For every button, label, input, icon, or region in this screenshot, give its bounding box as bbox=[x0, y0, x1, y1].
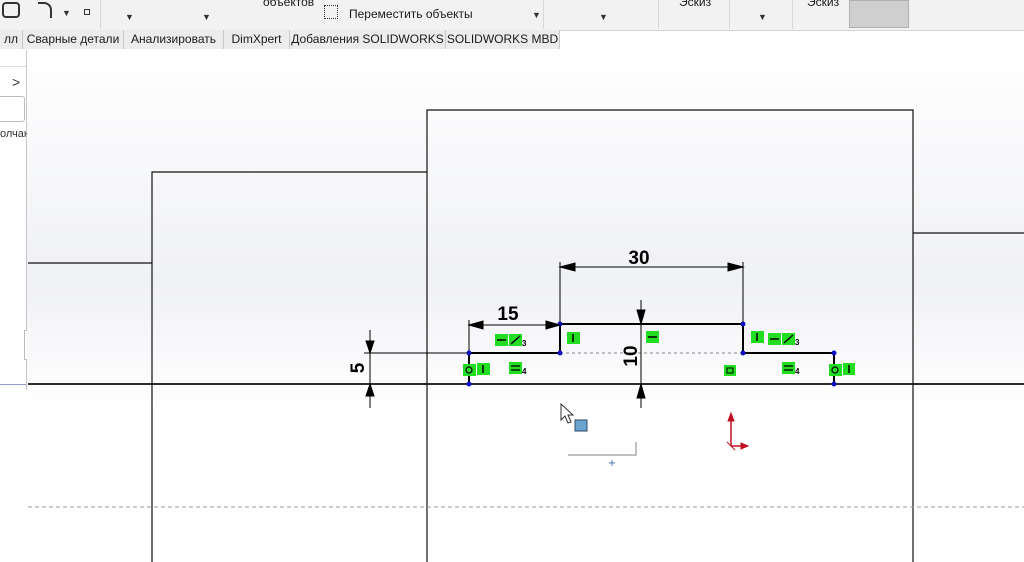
equal-relation-icon[interactable] bbox=[509, 362, 522, 374]
dropdown-arrow-icon[interactable]: ▼ bbox=[532, 10, 541, 20]
collinear-relation-icon[interactable] bbox=[782, 333, 795, 345]
arrowhead bbox=[467, 320, 484, 330]
vertical-relation-icon[interactable] bbox=[843, 363, 855, 375]
coincident-relation-icon[interactable] bbox=[463, 364, 476, 376]
sketch-point[interactable] bbox=[466, 350, 472, 356]
sketch-point[interactable] bbox=[740, 350, 746, 356]
arrowhead bbox=[365, 382, 375, 397]
vertical-relation-icon[interactable] bbox=[567, 332, 580, 344]
dimension-5[interactable] bbox=[364, 330, 467, 408]
inference-indicator: + bbox=[568, 442, 637, 469]
ribbon-separator: ▼ bbox=[443, 0, 544, 29]
relation-subscript: 4 bbox=[522, 367, 527, 376]
sketch-point[interactable] bbox=[466, 381, 472, 387]
dropdown-arrow-icon[interactable]: ▼ bbox=[125, 12, 134, 22]
horizontal-relation-icon[interactable] bbox=[495, 334, 508, 346]
dropdown-arrow-icon[interactable]: ▼ bbox=[202, 12, 211, 22]
fillet-dropdown-icon[interactable]: ▼ bbox=[62, 8, 71, 18]
objects-label: объектов bbox=[263, 0, 315, 9]
expand-panel-button[interactable]: > bbox=[12, 74, 20, 90]
sketch-label[interactable]: Эскиз bbox=[807, 0, 839, 9]
truncated-label: олчан bbox=[0, 128, 30, 140]
dimension-text[interactable]: 10 bbox=[621, 345, 642, 366]
tab-evaluate[interactable]: Анализировать bbox=[124, 30, 224, 49]
offset-entities-icon[interactable] bbox=[2, 2, 20, 18]
fix-relation-icon[interactable] bbox=[724, 365, 736, 376]
model-edge bbox=[151, 171, 427, 562]
graphics-area[interactable]: 30 15 10 5 3 3 4 4 + bbox=[27, 50, 1024, 562]
tab-solidworks-mbd[interactable]: SOLIDWORKS MBD bbox=[446, 30, 560, 49]
ribbon-group-dropdowns: ▼ ▼ объектов Переместить объекты bbox=[101, 0, 473, 29]
model-edges bbox=[28, 109, 1024, 562]
dropdown-arrow-icon[interactable]: ▼ bbox=[758, 12, 767, 22]
divider bbox=[0, 384, 26, 385]
coincident-relation-icon[interactable] bbox=[829, 364, 842, 376]
vertical-relation-icon[interactable] bbox=[751, 331, 764, 343]
horizontal-relation-icon[interactable] bbox=[646, 331, 659, 343]
sketch-origin-icon[interactable] bbox=[726, 411, 750, 451]
ribbon-group-sketch-tools: ▼ bbox=[0, 0, 101, 29]
command-manager-ribbon: ▼ ▼ ▼ объектов Переместить объекты ▼ ▼ Э… bbox=[0, 0, 1024, 31]
panel-input-box[interactable] bbox=[0, 96, 25, 122]
arrowhead bbox=[558, 262, 576, 272]
sketch-point[interactable] bbox=[557, 350, 563, 356]
relation-subscript: 3 bbox=[795, 338, 800, 347]
sketch-point[interactable] bbox=[831, 350, 837, 356]
fillet-icon[interactable] bbox=[38, 2, 52, 18]
ribbon-group-sketch-2: Эскиз bbox=[793, 0, 1024, 29]
arrowhead bbox=[727, 262, 745, 272]
command-manager-tabs: лл Сварные детали Анализировать DimXpert… bbox=[0, 30, 1024, 49]
plus-icon: + bbox=[608, 458, 616, 469]
tab-dimxpert[interactable]: DimXpert bbox=[224, 30, 290, 49]
equal-relation-icon[interactable] bbox=[782, 362, 795, 374]
tab-weldments[interactable]: Сварные детали bbox=[23, 30, 124, 49]
arrowhead bbox=[545, 320, 562, 330]
ribbon-group: ▼ bbox=[730, 0, 793, 29]
dimension-text[interactable]: 5 bbox=[348, 362, 369, 373]
tab-assembly[interactable]: лл bbox=[0, 30, 23, 49]
arrowhead bbox=[636, 309, 646, 326]
ribbon-group: ▼ bbox=[544, 0, 659, 29]
sketch-canvas[interactable]: 30 15 10 5 3 3 4 4 + bbox=[27, 50, 1024, 562]
relation-subscript: 3 bbox=[522, 339, 527, 348]
dimension-text[interactable]: 30 bbox=[628, 248, 649, 269]
arrowhead bbox=[636, 382, 646, 399]
horizontal-relation-icon[interactable] bbox=[768, 333, 781, 345]
dimension-text[interactable]: 15 bbox=[497, 304, 519, 325]
divider bbox=[0, 66, 26, 67]
tab-solidworks-addins[interactable]: Добавления SOLIDWORKS bbox=[290, 30, 446, 49]
collinear-relation-icon[interactable] bbox=[509, 334, 522, 346]
selected-tool-button[interactable] bbox=[849, 0, 909, 28]
ribbon-group-sketch: Эскиз bbox=[659, 0, 730, 29]
sketch-point[interactable] bbox=[831, 381, 837, 387]
vertical-relation-icon[interactable] bbox=[477, 363, 490, 375]
feature-manager-panel: > олчан bbox=[0, 50, 36, 390]
arrowhead bbox=[365, 340, 375, 355]
relation-subscript: 4 bbox=[795, 367, 800, 376]
mouse-cursor-icon bbox=[560, 402, 588, 432]
dimension-30[interactable] bbox=[558, 262, 745, 322]
dropdown-arrow-icon[interactable]: ▼ bbox=[599, 12, 608, 22]
move-entities-icon[interactable] bbox=[324, 5, 338, 19]
sketch-point[interactable] bbox=[740, 321, 746, 327]
small-square-icon[interactable] bbox=[84, 9, 90, 15]
sketch-label[interactable]: Эскиз bbox=[679, 0, 711, 9]
